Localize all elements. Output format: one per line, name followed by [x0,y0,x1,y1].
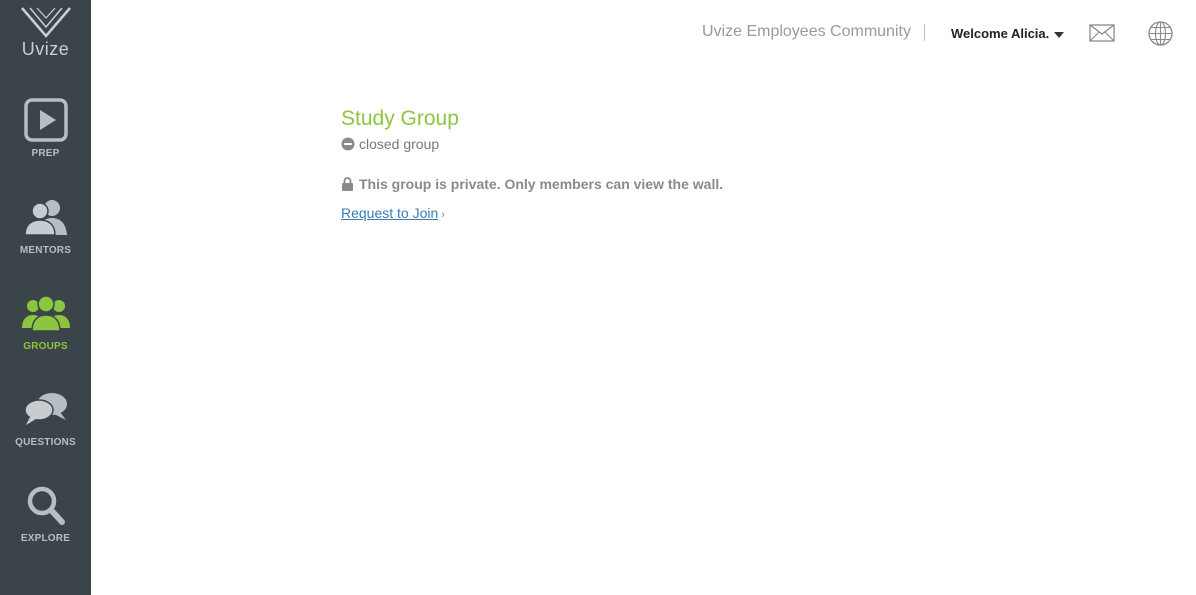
play-icon [21,98,71,142]
chevron-right-icon: › [441,209,445,221]
envelope-icon[interactable] [1089,24,1115,47]
top-bar: Uvize Employees Community Welcome Alicia… [91,0,1196,66]
group-status-text: closed group [359,136,440,152]
logo-text: Uvize [21,39,70,59]
mentors-icon [21,195,71,239]
nav-label-questions: QUESTIONS [15,437,76,448]
request-to-join-link[interactable]: Request to Join [341,205,438,221]
sidebar: Uvize PREP MENTORS GROUPS QUESTIONS EXPL… [0,0,91,595]
join-row: Request to Join › [341,205,723,221]
nav-item-prep[interactable]: PREP [0,98,91,178]
group-title: Study Group [341,107,459,130]
nav-label-explore: EXPLORE [20,533,71,544]
private-notice: This group is private. Only members can … [341,176,723,192]
globe-icon[interactable] [1148,21,1173,51]
uvize-logo[interactable]: Uvize [0,6,91,66]
header-divider [924,24,925,41]
welcome-text: Welcome Alicia. [951,26,1050,41]
nav-item-questions[interactable]: QUESTIONS [0,387,91,467]
nav-item-explore[interactable]: EXPLORE [0,483,91,563]
private-notice-text: This group is private. Only members can … [359,176,724,192]
chat-bubbles-icon [21,387,71,431]
minus-circle-icon [341,137,355,151]
nav-label-groups: GROUPS [23,341,68,352]
nav-item-mentors[interactable]: MENTORS [0,195,91,275]
lock-icon [342,177,353,191]
nav-label-prep: PREP [31,148,60,159]
community-name[interactable]: Uvize Employees Community [702,23,911,41]
nav-label-mentors: MENTORS [19,245,72,256]
nav-item-groups[interactable]: GROUPS [0,291,91,371]
group-content: Study Group closed group This group is p… [341,106,723,221]
search-icon [21,483,71,527]
group-status: closed group [341,136,723,152]
groups-icon [21,291,71,335]
user-menu[interactable]: Welcome Alicia. [951,26,1065,41]
caret-down-icon [1054,31,1065,38]
logo-mark-icon [20,7,71,38]
